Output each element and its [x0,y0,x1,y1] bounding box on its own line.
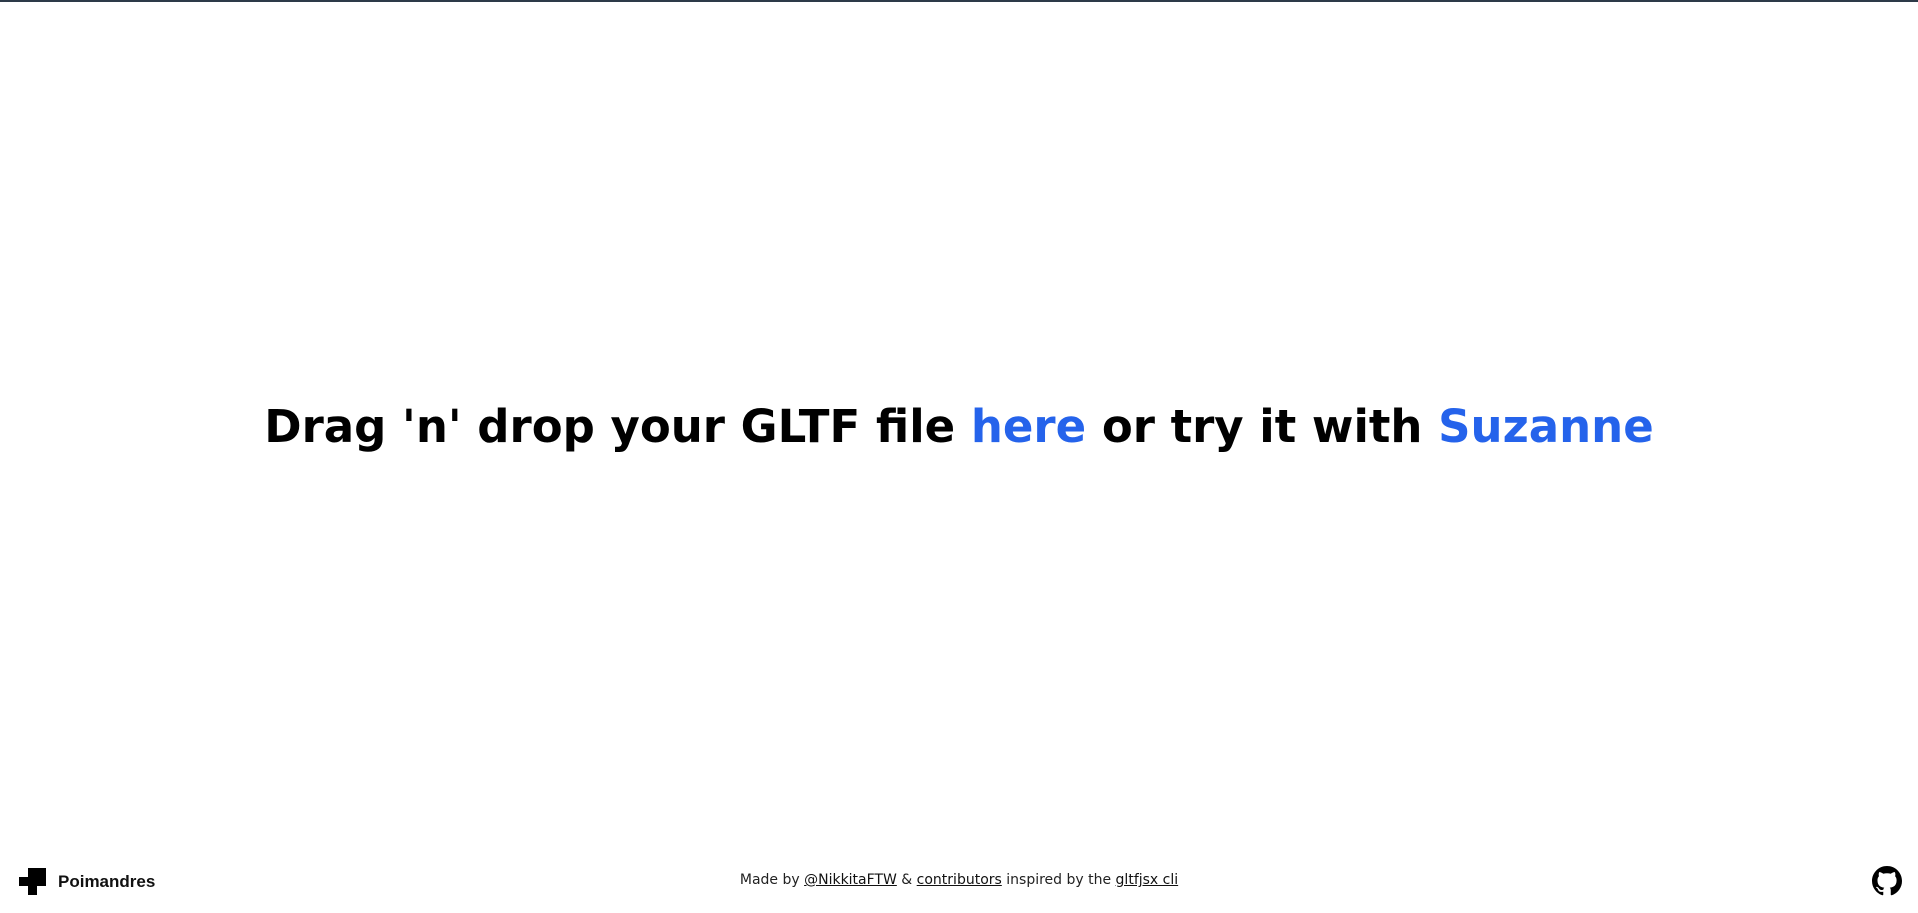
footer-credits: Made by @NikkitaFTW & contributors inspi… [0,872,1918,888]
author-link[interactable]: @NikkitaFTW [804,872,897,888]
contributors-link[interactable]: contributors [917,872,1002,888]
app-page: Drag 'n' drop your GLTF file here or try… [0,0,1918,913]
gltfjsx-cli-link[interactable]: gltfjsx cli [1116,872,1179,888]
upload-here-link[interactable]: here [971,400,1086,453]
hero-text-prefix: Drag 'n' drop your GLTF file [264,400,971,453]
github-icon[interactable] [1872,866,1902,896]
credits-amp: & [896,872,917,888]
drop-zone-message[interactable]: Drag 'n' drop your GLTF file here or try… [0,397,1918,457]
try-suzanne-link[interactable]: Suzanne [1438,400,1654,453]
hero-text-middle: or try it with [1086,400,1439,453]
credits-made-by: Made by [739,872,805,888]
credits-inspired: inspired by the [1001,872,1116,888]
